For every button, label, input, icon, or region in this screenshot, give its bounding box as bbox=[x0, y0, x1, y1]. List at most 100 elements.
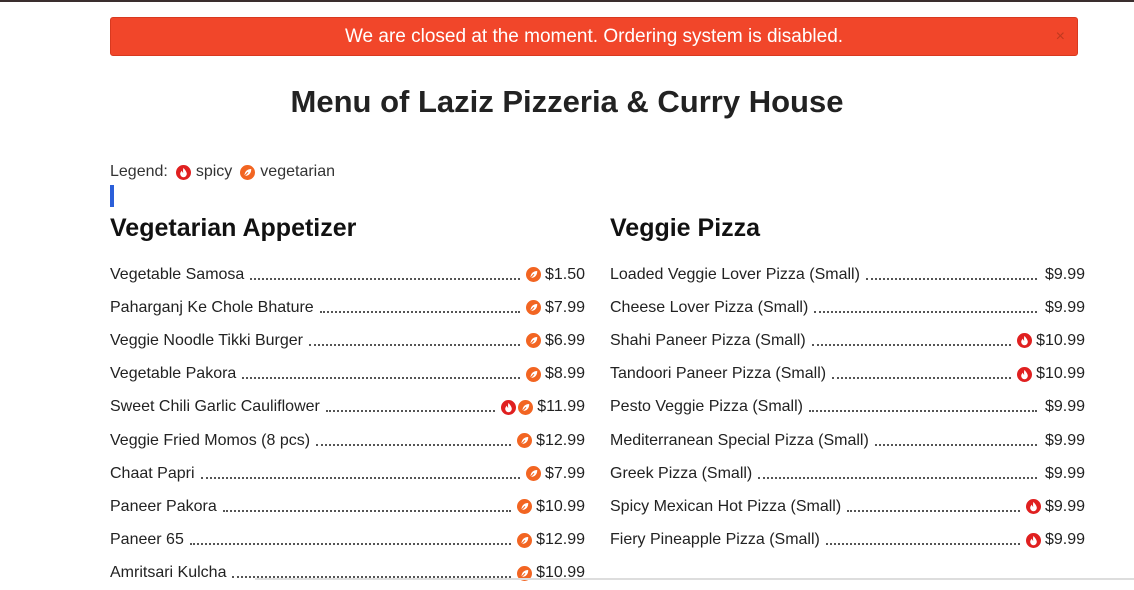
menu-item-price: $10.99 bbox=[1036, 365, 1085, 383]
menu-item[interactable]: Vegetable Samosa $1.50 bbox=[110, 258, 585, 291]
menu-item-name: Vegetable Pakora bbox=[110, 365, 237, 383]
vegetarian-icon bbox=[525, 333, 541, 349]
menu-item-price: $7.99 bbox=[544, 464, 585, 482]
menu-item-price: $10.99 bbox=[536, 497, 585, 515]
menu-item[interactable]: Sweet Chili Garlic Cauliflower $11.99 bbox=[110, 391, 585, 424]
spicy-icon bbox=[1017, 366, 1033, 382]
menu-item[interactable]: Paneer Pakora $10.99 bbox=[110, 490, 585, 523]
dot-leader bbox=[825, 543, 1020, 546]
menu-item-icons bbox=[524, 333, 541, 349]
menu-item-name: Mediterranean Special Pizza (Small) bbox=[610, 431, 869, 449]
menu-item[interactable]: Cheese Lover Pizza (Small) $9.99 bbox=[610, 291, 1085, 324]
item-list: Loaded Veggie Lover Pizza (Small) $9.99 Ch… bbox=[610, 258, 1085, 557]
menu-section-veggie-pizza: Veggie Pizza Loaded Veggie Lover Pizza (… bbox=[610, 210, 1085, 557]
dot-leader bbox=[189, 543, 512, 546]
vegetarian-icon bbox=[525, 267, 541, 283]
menu-item-name: Chaat Papri bbox=[110, 464, 195, 482]
menu-item[interactable]: Pesto Veggie Pizza (Small) $9.99 bbox=[610, 391, 1085, 424]
menu-item[interactable]: Vegetable Pakora $8.99 bbox=[110, 358, 585, 391]
menu-item-name: Sweet Chili Garlic Cauliflower bbox=[110, 398, 320, 416]
menu-section-vegetarian-appetizer: Vegetarian Appetizer Vegetable Samosa $1.… bbox=[110, 210, 585, 590]
menu-item-name: Veggie Noodle Tikki Burger bbox=[110, 331, 303, 349]
alert-close-button[interactable]: × bbox=[1056, 18, 1065, 55]
legend-label: Legend: bbox=[110, 163, 168, 180]
spicy-icon bbox=[1025, 532, 1041, 548]
menu-item[interactable]: Chaat Papri $7.99 bbox=[110, 457, 585, 490]
dot-leader bbox=[319, 310, 520, 313]
menu-item-name: Cheese Lover Pizza (Small) bbox=[610, 298, 809, 316]
menu-item-price: $8.99 bbox=[544, 365, 585, 383]
menu-item[interactable]: Loaded Veggie Lover Pizza (Small) $9.99 bbox=[610, 258, 1085, 291]
menu-item[interactable]: Amritsari Kulcha $10.99 bbox=[110, 557, 585, 590]
legend-spicy: spicy bbox=[175, 162, 233, 182]
menu-item-price: $9.99 bbox=[1044, 431, 1085, 449]
menu-item[interactable]: Paharganj Ke Chole Bhature $7.99 bbox=[110, 291, 585, 324]
top-border bbox=[0, 0, 1134, 2]
dot-leader bbox=[832, 377, 1012, 380]
menu-item-icons bbox=[515, 499, 533, 515]
legend-spicy-label: spicy bbox=[195, 163, 233, 180]
alert-message: We are closed at the moment. Ordering sy… bbox=[344, 26, 844, 47]
menu-item-price: $9.99 bbox=[1044, 298, 1085, 316]
item-list: Vegetable Samosa $1.50 Paharganj Ke Chole … bbox=[110, 258, 585, 590]
menu-item-icons bbox=[515, 433, 533, 449]
menu-item-price: $9.99 bbox=[1044, 464, 1085, 482]
menu-item[interactable]: Mediterranean Special Pizza (Small) $9.99 bbox=[610, 424, 1085, 457]
menu-item[interactable]: Shahi Paneer Pizza (Small) $10.99 bbox=[610, 324, 1085, 357]
menu-item-name: Vegetable Samosa bbox=[110, 265, 245, 283]
menu-item-name: Greek Pizza (Small) bbox=[610, 464, 753, 482]
vegetarian-icon bbox=[525, 366, 541, 382]
dot-leader bbox=[874, 443, 1037, 446]
menu-item-name: Paneer 65 bbox=[110, 531, 184, 549]
menu-item[interactable]: Spicy Mexican Hot Pizza (Small) $9.99 bbox=[610, 490, 1085, 523]
dot-leader bbox=[865, 277, 1037, 280]
menu-item[interactable]: Greek Pizza (Small) $9.99 bbox=[610, 457, 1085, 490]
menu-item[interactable]: Fiery Pineapple Pizza (Small) $9.99 bbox=[610, 524, 1085, 557]
menu-item-icons bbox=[1015, 366, 1033, 382]
dot-leader bbox=[200, 476, 520, 479]
menu-item-price: $11.99 bbox=[537, 398, 585, 416]
menu-item-price: $12.99 bbox=[536, 531, 585, 549]
dot-leader bbox=[758, 476, 1037, 479]
spicy-icon bbox=[1017, 333, 1033, 349]
section-title: Vegetarian Appetizer bbox=[110, 214, 357, 242]
menu-item-price: $9.99 bbox=[1044, 531, 1085, 549]
menu-item-icons bbox=[1024, 499, 1041, 515]
vegetarian-icon bbox=[525, 466, 541, 482]
menu-item-name: Paharganj Ke Chole Bhature bbox=[110, 298, 314, 316]
menu-item-icons bbox=[1015, 333, 1033, 349]
menu-item-price: $12.99 bbox=[536, 431, 585, 449]
spicy-icon bbox=[175, 164, 191, 180]
menu-item-icons bbox=[524, 300, 541, 316]
menu-item[interactable]: Paneer 65 $12.99 bbox=[110, 524, 585, 557]
menu-item-icons bbox=[524, 466, 541, 482]
vegetarian-icon bbox=[517, 433, 533, 449]
menu-item-name: Paneer Pakora bbox=[110, 497, 217, 515]
menu-item-name: Shahi Paneer Pizza (Small) bbox=[610, 331, 806, 349]
menu-item-price: $1.50 bbox=[544, 265, 585, 283]
menu-item-name: Fiery Pineapple Pizza (Small) bbox=[610, 531, 820, 549]
vegetarian-icon bbox=[518, 399, 534, 415]
dot-leader bbox=[325, 410, 496, 413]
menu-item-name: Pesto Veggie Pizza (Small) bbox=[610, 398, 803, 416]
dot-leader bbox=[309, 343, 520, 346]
dot-leader bbox=[242, 377, 520, 380]
spicy-icon bbox=[1025, 499, 1041, 515]
menu-item-name: Veggie Fried Momos (8 pcs) bbox=[110, 431, 311, 449]
menu-item[interactable]: Veggie Fried Momos (8 pcs) $12.99 bbox=[110, 424, 585, 457]
menu-item[interactable]: Veggie Noodle Tikki Burger $6.99 bbox=[110, 324, 585, 357]
menu-item-icons bbox=[1024, 532, 1041, 548]
menu-item-price: $10.99 bbox=[1036, 331, 1085, 349]
dot-leader bbox=[811, 343, 1012, 346]
page-title: Menu of Laziz Pizzeria & Curry House bbox=[290, 84, 844, 119]
section-title: Veggie Pizza bbox=[610, 214, 761, 242]
section-accent-bar bbox=[110, 185, 114, 207]
dot-leader bbox=[250, 277, 520, 280]
menu-item[interactable]: Tandoori Paneer Pizza (Small) $10.99 bbox=[610, 358, 1085, 391]
menu-item-price: $9.99 bbox=[1044, 497, 1085, 515]
menu-item-icons bbox=[499, 399, 534, 415]
dot-leader bbox=[847, 509, 1020, 512]
legend-vegetarian-label: vegetarian bbox=[260, 163, 336, 180]
menu-item-price: $9.99 bbox=[1044, 398, 1085, 416]
menu-item-icons bbox=[524, 267, 541, 283]
